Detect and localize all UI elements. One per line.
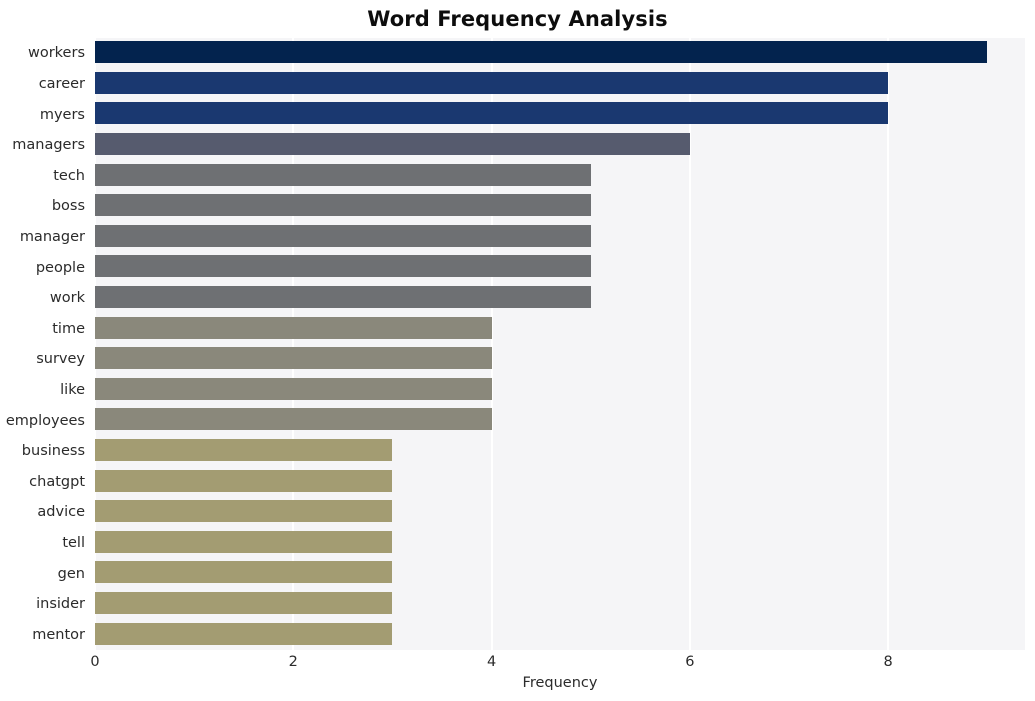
y-tick-label-mentor: mentor [32, 626, 85, 643]
x-tick-label-0: 0 [90, 654, 100, 670]
y-tick-label-manager: manager [19, 228, 85, 245]
y-tick-label-time: time [52, 320, 85, 337]
y-tick-label-employees: employees [5, 412, 85, 429]
y-tick-label-advice: advice [37, 504, 85, 521]
y-tick-label-gen: gen [57, 565, 85, 582]
x-tick-label-6: 6 [685, 654, 695, 670]
y-tick-label-myers: myers [39, 106, 85, 123]
y-axis-tick-labels: workers career myers managers tech boss manage… [6, 38, 1025, 650]
x-axis-label: Frequency [522, 675, 598, 691]
y-tick-label-work: work [49, 290, 85, 307]
y-tick-label-workers: workers [27, 45, 85, 62]
y-tick-label-business: business [21, 443, 85, 460]
y-tick-label-tech: tech [53, 167, 85, 184]
y-tick-label-career: career [38, 75, 85, 92]
x-tick-label-2: 2 [288, 654, 298, 670]
x-tick-label-8: 8 [883, 654, 893, 670]
y-tick-label-tell: tell [62, 534, 85, 551]
y-tick-label-boss: boss [51, 198, 85, 215]
x-tick-label-4: 4 [486, 654, 497, 670]
chart-title: Word Frequency Analysis [367, 7, 668, 31]
chart-figure: Word Frequency Analysis workers career mye… [0, 0, 1035, 701]
y-tick-label-like: like [60, 381, 85, 398]
y-tick-label-managers: managers [12, 137, 85, 154]
y-tick-label-chatgpt: chatgpt [29, 473, 85, 490]
y-tick-label-people: people [35, 259, 85, 276]
y-tick-label-insider: insider [36, 596, 85, 613]
y-tick-label-survey: survey [36, 351, 85, 368]
